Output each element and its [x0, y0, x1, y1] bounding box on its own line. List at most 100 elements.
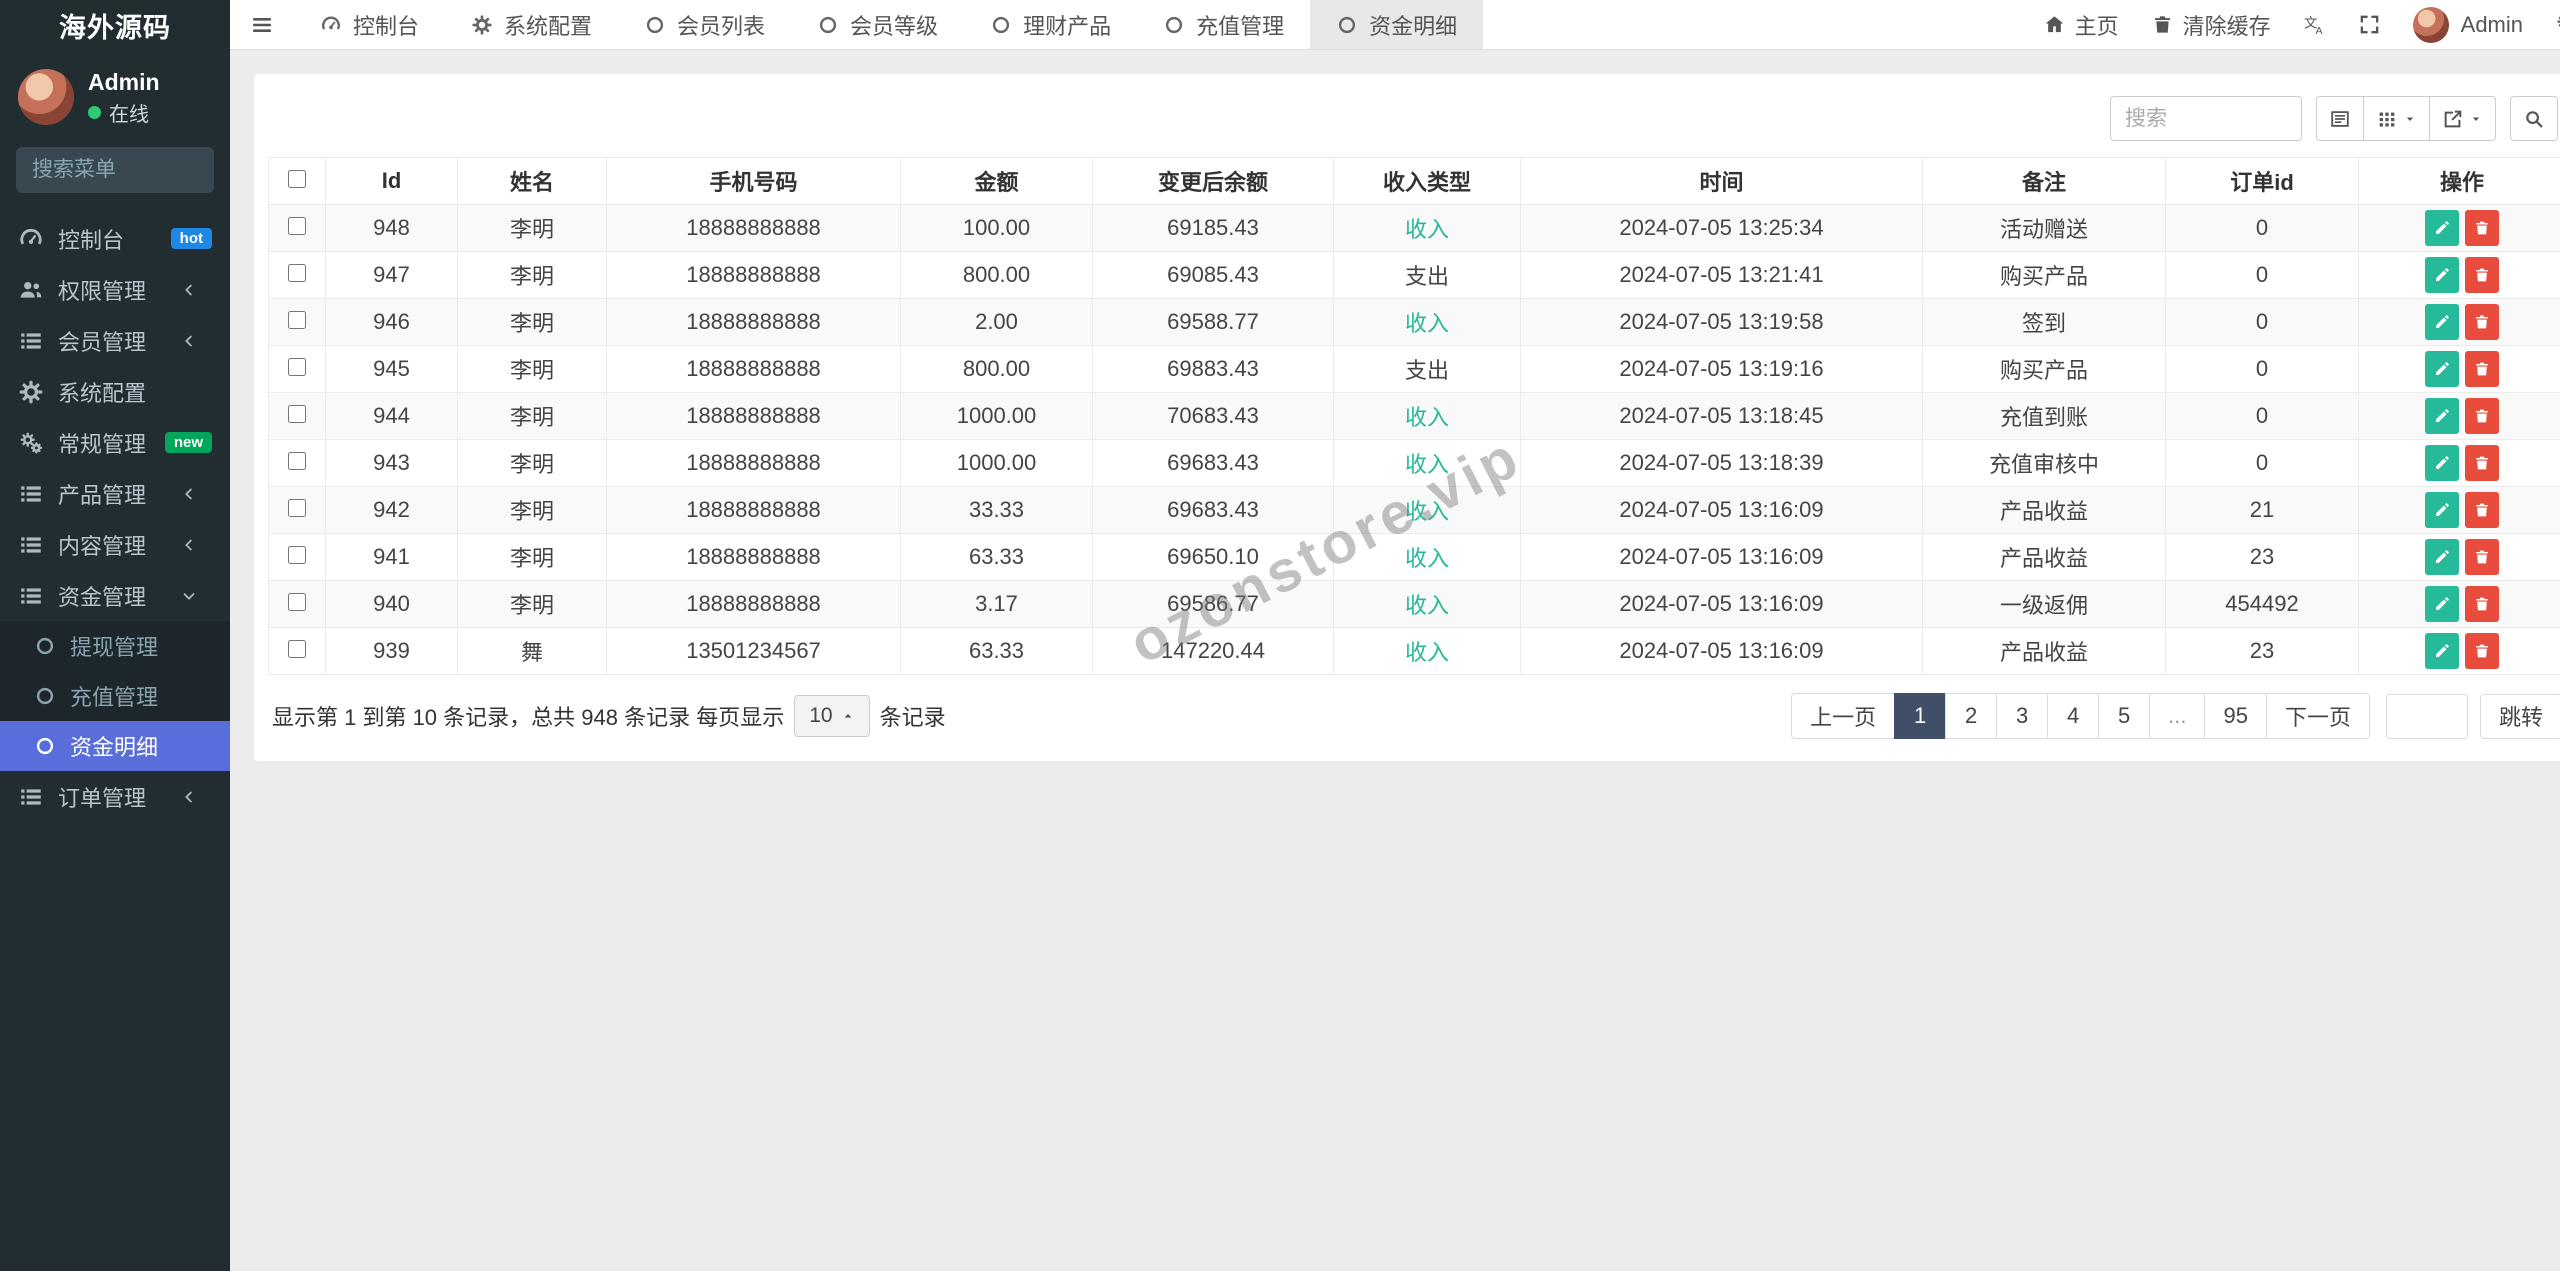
fullscreen-button[interactable]: [2358, 13, 2381, 36]
sidebar-item-system-config[interactable]: 系统配置: [0, 366, 230, 417]
row-checkbox-cell: [269, 581, 326, 628]
select-all-checkbox[interactable]: [288, 170, 306, 188]
sidebar-item-dashboard[interactable]: 控制台hot: [0, 213, 230, 264]
edit-button[interactable]: [2425, 351, 2459, 387]
edit-button[interactable]: [2425, 539, 2459, 575]
row-checkbox[interactable]: [288, 264, 306, 282]
sidebar-item-general[interactable]: 常规管理new: [0, 417, 230, 468]
edit-button[interactable]: [2425, 304, 2459, 340]
edit-button[interactable]: [2425, 633, 2459, 669]
phone-cell: 13501234567: [607, 628, 901, 675]
detail-view-button[interactable]: [2316, 96, 2364, 141]
export-button[interactable]: [2429, 96, 2496, 141]
columns-button[interactable]: [2363, 96, 2430, 141]
row-checkbox[interactable]: [288, 405, 306, 423]
sidebar-item-withdraw[interactable]: 提现管理: [0, 621, 230, 671]
delete-button[interactable]: [2465, 445, 2499, 481]
tab-member-list[interactable]: 会员列表: [618, 0, 791, 49]
remark-cell: 充值审核中: [1923, 440, 2166, 487]
delete-button[interactable]: [2465, 398, 2499, 434]
row-checkbox[interactable]: [288, 640, 306, 658]
table-header-row: Id姓名手机号码金额变更后余额收入类型时间备注订单id操作: [269, 158, 2560, 205]
pagination-bar: 显示第 1 到第 10 条记录，总共 948 条记录 每页显示 10 条记录 上…: [268, 693, 2560, 739]
tab-wealth-product[interactable]: 理财产品: [964, 0, 1137, 49]
delete-button[interactable]: [2465, 492, 2499, 528]
name-cell: 舞: [458, 628, 607, 675]
sidebar-item-label: 内容管理: [58, 529, 180, 561]
row-checkbox[interactable]: [288, 311, 306, 329]
edit-button[interactable]: [2425, 492, 2459, 528]
sidebar-item-permission[interactable]: 权限管理: [0, 264, 230, 315]
row-checkbox[interactable]: [288, 358, 306, 376]
column-header: 姓名: [458, 158, 607, 205]
name-cell: 李明: [458, 393, 607, 440]
list-icon: [18, 784, 44, 810]
name-cell: 李明: [458, 346, 607, 393]
income-type-cell: 支出: [1334, 252, 1521, 299]
edit-button[interactable]: [2425, 257, 2459, 293]
sidebar-item-fund-detail[interactable]: 资金明细: [0, 721, 230, 771]
edit-button[interactable]: [2425, 398, 2459, 434]
phone-cell: 18888888888: [607, 252, 901, 299]
edit-button[interactable]: [2425, 210, 2459, 246]
tab-member-level[interactable]: 会员等级: [791, 0, 964, 49]
sidebar-toggle-button[interactable]: [230, 0, 294, 49]
tab-system-config[interactable]: 系统配置: [445, 0, 618, 49]
delete-button[interactable]: [2465, 257, 2499, 293]
delete-button[interactable]: [2465, 304, 2499, 340]
jump-button[interactable]: 跳转: [2480, 694, 2560, 739]
sidebar-item-recharge[interactable]: 充值管理: [0, 671, 230, 721]
table-search-input[interactable]: [2110, 96, 2302, 141]
row-checkbox[interactable]: [288, 217, 306, 235]
edit-button[interactable]: [2425, 586, 2459, 622]
sidebar-item-finance[interactable]: 资金管理: [0, 570, 230, 621]
page-size-dropdown[interactable]: 10: [794, 695, 869, 737]
sidebar-item-label: 订单管理: [58, 781, 180, 813]
sidebar-item-content[interactable]: 内容管理: [0, 519, 230, 570]
translate-icon: 文A: [2303, 13, 2326, 36]
row-checkbox[interactable]: [288, 499, 306, 517]
user-menu[interactable]: Admin: [2413, 7, 2523, 43]
delete-button[interactable]: [2465, 539, 2499, 575]
page-button-2[interactable]: 2: [1945, 693, 1997, 739]
row-checkbox[interactable]: [288, 593, 306, 611]
circle-o-icon: [34, 685, 56, 707]
edit-button[interactable]: [2425, 445, 2459, 481]
jump-page-input[interactable]: [2386, 694, 2468, 739]
page-button-4[interactable]: 4: [2047, 693, 2099, 739]
delete-button[interactable]: [2465, 586, 2499, 622]
clear-cache-link[interactable]: 清除缓存: [2151, 9, 2271, 41]
advanced-search-button[interactable]: [2510, 96, 2558, 141]
id-cell: 943: [326, 440, 458, 487]
tab-recharge[interactable]: 充值管理: [1137, 0, 1310, 49]
page-button-5[interactable]: 5: [2098, 693, 2150, 739]
language-button[interactable]: 文A: [2303, 13, 2326, 36]
page-button-3[interactable]: 3: [1996, 693, 2048, 739]
home-link[interactable]: 主页: [2043, 9, 2119, 41]
column-header: 备注: [1923, 158, 2166, 205]
page-button-95[interactable]: 95: [2204, 693, 2266, 739]
page-button-1[interactable]: 1: [1894, 693, 1946, 739]
tab-label: 会员列表: [677, 9, 765, 41]
remark-cell: 购买产品: [1923, 252, 2166, 299]
chevron-down-icon: [180, 587, 198, 605]
tab-dashboard[interactable]: 控制台: [294, 0, 445, 49]
row-checkbox[interactable]: [288, 546, 306, 564]
next-page-button[interactable]: 下一页: [2266, 693, 2370, 739]
name-cell: 李明: [458, 487, 607, 534]
avatar: [18, 69, 74, 125]
row-checkbox[interactable]: [288, 452, 306, 470]
time-cell: 2024-07-05 13:18:45: [1521, 393, 1923, 440]
table-row: 947李明18888888888800.0069085.43支出2024-07-…: [269, 252, 2560, 299]
settings-button[interactable]: [2555, 13, 2560, 36]
delete-button[interactable]: [2465, 351, 2499, 387]
tab-fund-detail[interactable]: 资金明细: [1310, 0, 1483, 49]
sidebar-item-order[interactable]: 订单管理: [0, 771, 230, 822]
sidebar-item-product[interactable]: 产品管理: [0, 468, 230, 519]
delete-button[interactable]: [2465, 210, 2499, 246]
table-row: 942李明1888888888833.3369683.43收入2024-07-0…: [269, 487, 2560, 534]
sidebar-item-member[interactable]: 会员管理: [0, 315, 230, 366]
delete-button[interactable]: [2465, 633, 2499, 669]
prev-page-button[interactable]: 上一页: [1791, 693, 1895, 739]
content-area: Id姓名手机号码金额变更后余额收入类型时间备注订单id操作 948李明18888…: [230, 50, 2560, 785]
